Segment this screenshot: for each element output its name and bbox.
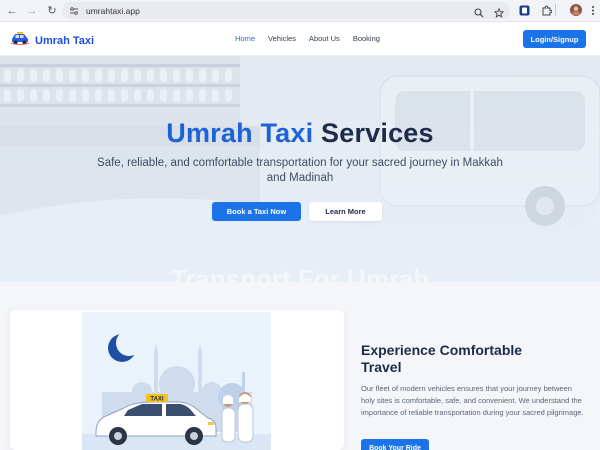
learn-more-button[interactable]: Learn More	[309, 202, 382, 221]
feature-description: Our fleet of modern vehicles ensures tha…	[361, 384, 584, 417]
hero-section: Umrah Taxi Services Safe, reliable, and …	[0, 56, 600, 282]
login-signup-button[interactable]: Login/Signup	[523, 30, 586, 48]
reload-icon[interactable]: ↻	[44, 3, 60, 19]
bookmark-star-icon[interactable]	[493, 5, 505, 23]
nav-home[interactable]: Home	[235, 34, 255, 43]
main-nav: Home Vehicles About Us Booking	[235, 34, 380, 43]
site-header: Umrah Taxi Home Vehicles About Us Bookin…	[0, 22, 600, 56]
feature-title: Experience Comfortable Travel	[361, 342, 523, 375]
hero-title-brand: Umrah Taxi	[166, 118, 314, 148]
brand-name: Umrah Taxi	[35, 34, 95, 47]
hero-title-services: Services	[321, 118, 434, 148]
more-menu-icon[interactable]	[587, 4, 599, 16]
url-text: umrahtaxi.app	[86, 5, 140, 16]
extensions-puzzle-icon[interactable]	[540, 4, 552, 16]
nav-vehicles[interactable]: Vehicles	[268, 34, 296, 43]
site-settings-icon[interactable]	[69, 6, 79, 16]
forward-icon[interactable]: →	[24, 3, 40, 19]
taxi-illustration: TAXI	[82, 312, 271, 450]
hero-title: Umrah Taxi Services	[0, 118, 600, 149]
toolbar-divider	[555, 4, 556, 16]
brand[interactable]: Umrah Taxi	[10, 31, 94, 50]
taxi-sign-label: TAXI	[150, 397, 164, 403]
book-taxi-button[interactable]: Book a Taxi Now	[212, 202, 301, 221]
faded-section-heading: Transport For Umrah	[170, 264, 430, 282]
extension-icon[interactable]	[518, 4, 530, 16]
address-bar[interactable]: umrahtaxi.app	[62, 2, 510, 19]
taxi-logo-icon	[10, 31, 30, 50]
browser-toolbar: ← → ↻ umrahtaxi.app	[0, 0, 600, 22]
book-your-ride-button[interactable]: Book Your Ride	[361, 439, 429, 450]
back-icon[interactable]: ←	[4, 3, 20, 19]
zoom-icon[interactable]	[474, 5, 484, 23]
hero-subtitle: Safe, reliable, and comfortable transpor…	[97, 157, 503, 184]
profile-avatar[interactable]	[570, 4, 582, 16]
nav-about-us[interactable]: About Us	[309, 34, 340, 43]
nav-booking[interactable]: Booking	[353, 34, 380, 43]
